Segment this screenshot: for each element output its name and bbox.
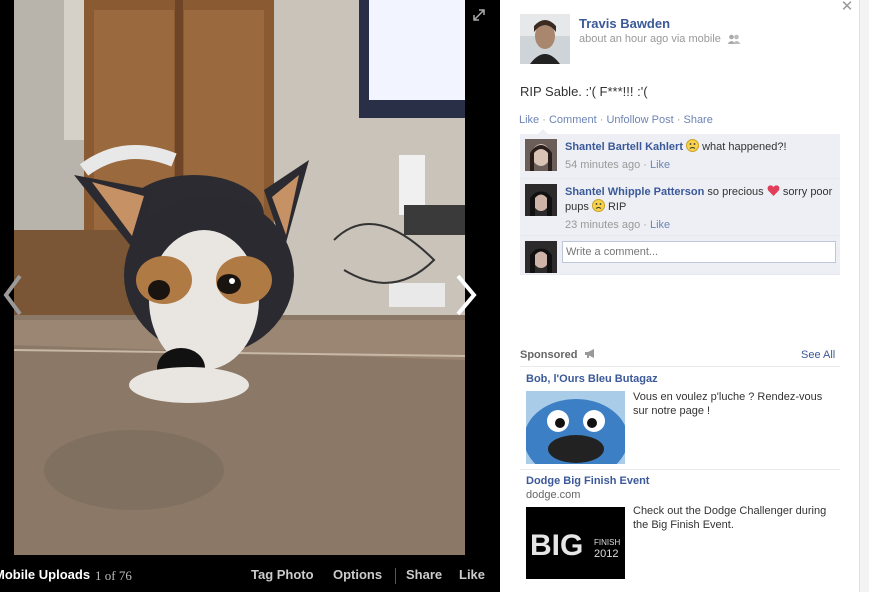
ad-body: Check out the Dodge Challenger during th… <box>633 505 827 531</box>
ad-title[interactable]: Dodge Big Finish Event <box>526 475 649 487</box>
comment-like-link[interactable]: Like <box>650 159 670 171</box>
dog-photo-illustration <box>14 0 465 555</box>
close-icon[interactable]: ✕ <box>840 0 854 14</box>
like-photo-button[interactable]: Like <box>459 567 485 582</box>
divider <box>520 469 840 470</box>
share-link[interactable]: Share <box>683 114 712 126</box>
share-photo-button[interactable]: Share <box>406 567 442 582</box>
post-author-name[interactable]: Travis Bawden <box>579 16 670 31</box>
ad-domain[interactable]: dodge.com <box>526 489 580 501</box>
sponsored-heading: Sponsored <box>520 348 597 361</box>
chevron-left-icon[interactable] <box>0 270 30 320</box>
ad-title[interactable]: Bob, l'Ours Bleu Butagaz <box>526 373 658 385</box>
divider <box>520 366 840 367</box>
current-user-avatar <box>525 241 557 273</box>
frown-emoji-icon <box>686 139 700 152</box>
comment-like-link[interactable]: Like <box>650 219 670 231</box>
ad-image-text: BIG <box>530 529 583 562</box>
see-all-link[interactable]: See All <box>801 349 835 361</box>
author-avatar[interactable] <box>520 14 570 64</box>
post-timestamp[interactable]: about an hour ago via mobile <box>579 33 721 45</box>
chevron-right-icon[interactable] <box>452 270 482 320</box>
ad-image-text: 2012 <box>594 548 618 560</box>
commenter-avatar[interactable] <box>525 184 557 216</box>
megaphone-icon <box>584 348 597 359</box>
comment-meta: 23 minutes ago · Like <box>565 219 671 231</box>
commenter-avatar[interactable] <box>525 139 557 171</box>
post-actions: Like · Comment · Unfollow Post · Share <box>519 114 713 126</box>
heart-emoji-icon <box>767 184 780 197</box>
comment-time[interactable]: 23 minutes ago <box>565 219 640 231</box>
write-comment-row <box>520 236 840 275</box>
ad-image-text: FINISH <box>594 538 620 547</box>
post-text: RIP Sable. :'( F***!!! :'( <box>520 84 648 99</box>
comment-author[interactable]: Shantel Whipple Patterson <box>565 186 704 198</box>
expand-icon[interactable] <box>471 7 487 23</box>
friends-icon[interactable] <box>727 34 741 45</box>
comment-author[interactable]: Shantel Bartell Kahlert <box>565 141 683 153</box>
scrollbar[interactable] <box>859 0 869 592</box>
album-link[interactable]: Mobile Uploads <box>0 567 90 582</box>
comment-link[interactable]: Comment <box>549 114 597 126</box>
comment-text: what happened?! <box>702 141 787 153</box>
sponsored-label: Sponsored <box>520 349 578 361</box>
ad-image[interactable] <box>526 391 625 464</box>
photo-stage: Mobile Uploads 1 of 76 Tag Photo Options… <box>0 0 500 592</box>
ad-image[interactable]: BIG FINISH 2012 <box>526 507 625 579</box>
photo-action-bar: Mobile Uploads 1 of 76 Tag Photo Options… <box>0 555 500 592</box>
photo-counter: 1 of 76 <box>95 568 132 583</box>
comment-body: Shantel Whipple Patterson so precious so… <box>565 179 840 237</box>
options-button[interactable]: Options <box>333 567 382 582</box>
like-link[interactable]: Like <box>519 114 539 126</box>
frown-emoji-icon <box>591 199 605 212</box>
comment-input[interactable] <box>562 241 836 263</box>
unfollow-post-link[interactable]: Unfollow Post <box>606 114 673 126</box>
photo[interactable] <box>14 0 465 555</box>
comments-section: Shantel Bartell Kahlert what happened?! … <box>520 129 840 275</box>
comment-item: Shantel Whipple Patterson so precious so… <box>520 179 840 236</box>
comment-text: so precious <box>707 186 764 198</box>
comment-text: RIP <box>607 201 627 213</box>
comment-time[interactable]: 54 minutes ago <box>565 159 640 171</box>
comment-meta: 54 minutes ago · Like <box>565 159 671 171</box>
post-meta: about an hour ago via mobile <box>579 33 741 45</box>
comment-item: Shantel Bartell Kahlert what happened?! … <box>520 134 840 179</box>
ad-body: Vous en voulez p'luche ? Rendez-vous sur… <box>633 391 823 417</box>
tag-photo-button[interactable]: Tag Photo <box>251 567 314 582</box>
divider <box>395 568 396 584</box>
comment-body: Shantel Bartell Kahlert what happened?! … <box>565 134 840 177</box>
side-panel: ✕ Travis Bawden about an hour ago via mo… <box>500 0 859 592</box>
